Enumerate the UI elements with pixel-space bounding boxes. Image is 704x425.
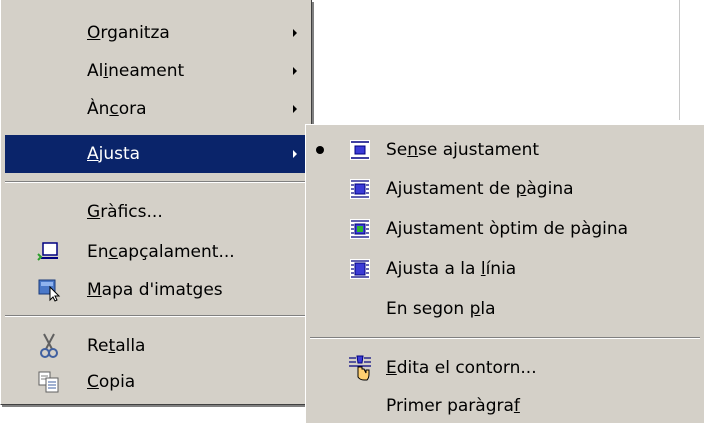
menu-item-ancora[interactable]: Àncora bbox=[5, 90, 307, 128]
submenu-arrow-icon bbox=[293, 67, 297, 75]
menu-item-label: Ajusta bbox=[87, 144, 141, 164]
menu-item-label: Gràfics... bbox=[87, 202, 163, 222]
menu-item-copia[interactable]: Copia bbox=[5, 363, 307, 401]
menu-item-label: Mapa d'imatges bbox=[87, 280, 223, 300]
submenu-item-en-segon-pla[interactable]: En segon pla bbox=[310, 290, 700, 328]
wrap-none-icon bbox=[350, 140, 370, 160]
submenu-item-ajustament-optim[interactable]: Ajustament òptim de pàgina bbox=[310, 210, 700, 248]
menu-separator bbox=[5, 181, 307, 183]
submenu-item-label: Ajusta a la línia bbox=[386, 259, 517, 279]
submenu-item-ajusta-linia[interactable]: Ajusta a la línia bbox=[310, 250, 700, 288]
menu-item-organitza[interactable]: Organitza bbox=[5, 14, 307, 52]
submenu-item-ajustament-pagina[interactable]: Ajustament de pàgina bbox=[310, 170, 700, 208]
selected-bullet-icon bbox=[316, 146, 324, 154]
header-icon bbox=[37, 242, 58, 261]
scissors-icon bbox=[40, 333, 58, 358]
menu-item-label: Encapçalament... bbox=[87, 242, 235, 262]
submenu-arrow-icon bbox=[293, 105, 297, 113]
wrap-line-icon bbox=[350, 259, 370, 279]
submenu-arrow-icon bbox=[293, 29, 297, 37]
menu-item-encapcalament[interactable]: Encapçalament... bbox=[5, 233, 307, 271]
menu-item-alineament[interactable]: Alineament bbox=[5, 52, 307, 90]
menu-item-ajusta[interactable]: Ajusta bbox=[5, 135, 307, 173]
menu-item-retalla[interactable]: Retalla bbox=[5, 327, 307, 365]
submenu-arrow-icon bbox=[293, 150, 297, 158]
image-map-icon bbox=[38, 279, 61, 302]
wrap-optimal-icon bbox=[350, 219, 370, 239]
edit-contour-icon bbox=[349, 355, 371, 381]
submenu-item-edita-contorn[interactable]: Edita el contorn... bbox=[310, 349, 700, 387]
submenu-item-label: Primer paràgraf bbox=[386, 396, 520, 416]
context-menu: Organitza Alineament Àncora Ajusta Gràfi… bbox=[0, 0, 312, 405]
submenu-separator bbox=[310, 337, 700, 339]
submenu-item-label: Ajustament òptim de pàgina bbox=[386, 219, 629, 239]
copy-icon bbox=[38, 371, 59, 393]
submenu-item-primer-paragraf[interactable]: Primer paràgraf bbox=[310, 387, 700, 425]
menu-item-label: Alineament bbox=[87, 61, 185, 81]
menu-item-grafics[interactable]: Gràfics... bbox=[5, 193, 307, 231]
menu-separator bbox=[5, 315, 307, 317]
menu-item-label: Copia bbox=[87, 372, 136, 392]
wrap-page-icon bbox=[350, 179, 370, 199]
submenu-item-label: Ajustament de pàgina bbox=[386, 179, 574, 199]
submenu-item-label: Sense ajustament bbox=[386, 140, 540, 160]
menu-item-label: Retalla bbox=[87, 336, 146, 356]
menu-item-label: Organitza bbox=[87, 23, 170, 43]
submenu-item-sense-ajustament[interactable]: Sense ajustament bbox=[310, 131, 700, 169]
submenu-item-label: Edita el contorn... bbox=[386, 358, 537, 378]
background-divider bbox=[679, 0, 680, 120]
submenu-item-label: En segon pla bbox=[386, 299, 496, 319]
menu-item-mapa-imatges[interactable]: Mapa d'imatges bbox=[5, 271, 307, 309]
wrap-submenu: Sense ajustament Ajustament de pàgina Aj… bbox=[305, 124, 704, 423]
menu-item-label: Àncora bbox=[87, 99, 147, 119]
